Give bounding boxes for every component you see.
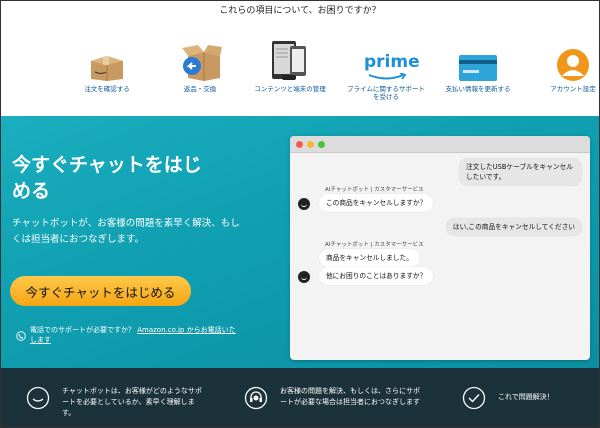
- chat-demo-window: 注文したUSBケーブルをキャンセルしたいです。 AIチャットボット | カスタマ…: [290, 136, 590, 360]
- window-titlebar: [290, 136, 590, 153]
- minimize-dot-icon: [307, 140, 314, 148]
- credit-card-icon: [433, 38, 523, 82]
- user-avatar-icon: [528, 38, 600, 82]
- bot-message: 商品をキャンセルしました。: [319, 249, 420, 267]
- help-topics-section: これらの項目について、お困りですか？ 注文を確認する 返品・交換 コンテンツと端…: [0, 0, 600, 116]
- package-box-icon: [62, 38, 152, 82]
- topic-label: 支払い情報を更新する: [445, 85, 511, 93]
- chatbot-face-icon: [26, 386, 50, 410]
- topic-check-order[interactable]: 注文を確認する: [62, 38, 152, 93]
- prime-logo-icon: prime: [341, 38, 431, 82]
- return-box-icon: [155, 38, 245, 82]
- maximize-dot-icon: [318, 140, 325, 148]
- close-dot-icon: [296, 140, 303, 148]
- topic-devices[interactable]: コンテンツと端末の管理: [245, 38, 335, 93]
- phone-icon: [16, 326, 26, 345]
- topic-returns[interactable]: 返品・交換: [155, 38, 245, 93]
- topic-payment[interactable]: 支払い情報を更新する: [433, 38, 523, 93]
- feature-item: お客様の問題を解決、もしくは、さらにサポートが必要な場合は担当者におつなぎします: [244, 386, 422, 410]
- topic-label: 注文を確認する: [84, 85, 130, 93]
- chatbot-avatar-icon: [298, 271, 310, 283]
- feature-item: チャットボットは、お客様がどのようなサポートを必要としているか、素早く理解します…: [26, 386, 206, 419]
- headset-agent-icon: [244, 386, 268, 410]
- feature-text: チャットボットは、お客様がどのようなサポートを必要としているか、素早く理解します…: [62, 387, 202, 417]
- devices-icon: [245, 38, 335, 82]
- start-chat-button[interactable]: 今すぐチャットをはじめる: [10, 276, 191, 306]
- topics-heading: これらの項目について、お困りですか？: [219, 6, 381, 16]
- bot-sender-label: AIチャットボット | カスタマーサービス: [325, 242, 424, 248]
- user-message: 注文したUSBケーブルをキャンセルしたいです。: [459, 158, 582, 186]
- user-message: はい,この商品をキャンセルしてください: [445, 218, 582, 236]
- feature-text: これで問題解決！: [498, 393, 554, 401]
- checkmark-circle-icon: [462, 386, 486, 410]
- bot-message: この商品をキャンセルしますか？: [319, 194, 434, 212]
- prime-logo-text: prime: [364, 52, 420, 72]
- phone-support-text: 電話でのサポートが必要ですか？: [30, 326, 135, 334]
- chatbot-avatar-icon: [298, 198, 310, 210]
- bot-message: 他にお困りのことはありますか？: [319, 267, 434, 285]
- feature-item: これで問題解決！: [462, 386, 592, 410]
- hero-description: チャットボットが、お客様の問題を素早く解決、もしくは担当者におつなぎします。: [12, 218, 240, 245]
- bot-sender-label: AIチャットボット | カスタマーサービス: [325, 187, 424, 193]
- feature-text: お客様の問題を解決、もしくは、さらにサポートが必要な場合は担当者におつなぎします: [280, 387, 420, 406]
- features-band: チャットボットは、お客様がどのようなサポートを必要としているか、素早く理解します…: [0, 368, 600, 428]
- hero-title: 今すぐチャットをはじめる: [12, 154, 202, 202]
- phone-support-row: 電話でのサポートが必要ですか？ Amazon.co.jp からお電話いたします: [16, 325, 236, 345]
- topic-prime[interactable]: prime プライムに関するサポートを受ける: [341, 38, 431, 101]
- topic-label: 返品・交換: [183, 85, 217, 93]
- topic-label: プライムに関するサポートを受ける: [347, 85, 425, 101]
- topic-label: コンテンツと端末の管理: [254, 85, 326, 93]
- topic-label: アカウント設定: [550, 85, 596, 93]
- topic-account[interactable]: アカウント設定: [528, 38, 600, 93]
